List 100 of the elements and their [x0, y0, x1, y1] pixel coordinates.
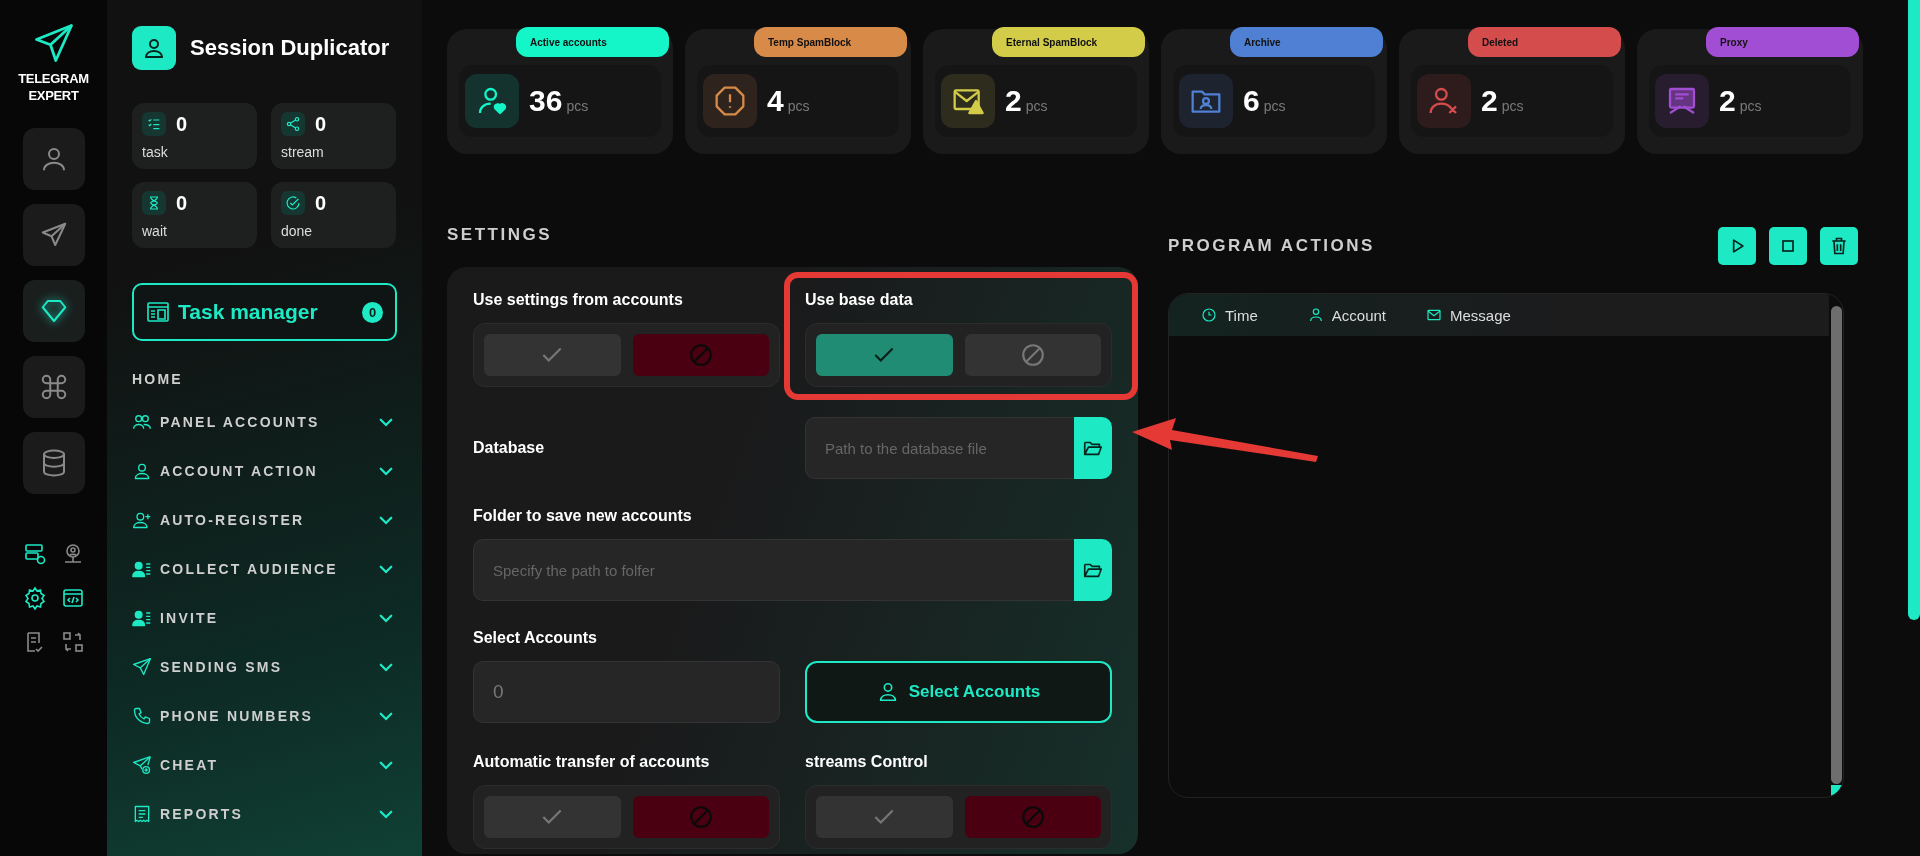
stat-value: 2 — [1481, 84, 1498, 118]
settings-title: SETTINGS — [447, 225, 553, 245]
trash-icon — [1829, 236, 1849, 256]
nav-label: AUTO-REGISTER — [160, 511, 306, 528]
proxy-card-icon — [1666, 85, 1698, 117]
stat-value: 4 — [767, 84, 784, 118]
counter-label: task — [142, 144, 169, 160]
setting-label: Folder to save new accounts — [473, 507, 692, 525]
nav-item[interactable]: PANEL ACCOUNTS — [132, 397, 397, 446]
stat-unit: pcs — [1025, 98, 1048, 114]
nav-label: COLLECT AUDIENCE — [160, 560, 339, 577]
select-accounts-button[interactable]: Select Accounts — [805, 661, 1112, 723]
browse-button[interactable] — [1074, 417, 1112, 479]
program-actions-title: PROGRAM ACTIONS — [1168, 236, 1375, 256]
stat-label: Active accounts — [516, 27, 669, 57]
stat-label: Archive — [1230, 27, 1383, 57]
clock-icon — [1201, 307, 1217, 323]
setting-label: Database — [473, 439, 546, 457]
stat-label: Proxy — [1706, 27, 1859, 57]
rail-button[interactable] — [22, 280, 85, 342]
nav-item[interactable]: REPORTS — [132, 789, 397, 838]
phone-icon — [132, 705, 152, 726]
share-icon — [285, 116, 301, 132]
ban-icon — [1019, 804, 1046, 830]
stat-value: 2 — [1719, 84, 1736, 118]
app-title: Session Duplicator — [190, 35, 390, 61]
rail-button[interactable] — [22, 356, 85, 418]
browse-button[interactable] — [1074, 539, 1112, 601]
counter-value: 0 — [315, 112, 327, 136]
ban-icon — [687, 342, 714, 368]
nav-label: PHONE NUMBERS — [160, 707, 315, 724]
warning-octagon-icon — [714, 85, 746, 117]
nav-label: CHEAT — [160, 756, 220, 773]
task-manager-button[interactable]: Task manager 0 — [132, 283, 397, 341]
counter-value: 0 — [176, 191, 188, 215]
stat-value: 36 — [529, 84, 563, 118]
scrollbar[interactable] — [1908, 0, 1920, 620]
swap-icon[interactable] — [60, 630, 85, 654]
ban-icon — [687, 804, 714, 830]
brand-name: TELEGRAM EXPERT — [17, 70, 90, 104]
nav-item[interactable]: PHONE NUMBERS — [132, 691, 397, 740]
task-window-icon — [146, 300, 170, 324]
stat-unit: pcs — [1501, 98, 1524, 114]
counter-value: 0 — [315, 191, 327, 215]
task-count-badge: 0 — [362, 301, 383, 323]
column-header: Message — [1450, 306, 1511, 324]
deny-button[interactable] — [964, 334, 1101, 376]
stat-value: 2 — [1005, 84, 1022, 118]
app-icon — [132, 26, 176, 70]
rail-button[interactable] — [22, 432, 85, 494]
gear-icon[interactable] — [22, 586, 47, 610]
counter-value: 0 — [176, 112, 188, 136]
stat-unit: pcs — [1263, 98, 1286, 114]
nav-item[interactable]: ACCOUNT ACTION — [132, 446, 397, 495]
nav-label: PANEL ACCOUNTS — [160, 413, 321, 430]
nav-label: SENDING SMS — [160, 658, 284, 675]
nav-item[interactable]: SENDING SMS — [132, 642, 397, 691]
code-window-icon[interactable] — [60, 586, 85, 610]
account-count-field[interactable]: 0 — [473, 661, 780, 723]
receipt-icon — [132, 803, 152, 824]
counter-label: wait — [142, 223, 168, 239]
folder-path-field[interactable]: Specify the path to folfer — [473, 539, 1074, 601]
stat-unit: pcs — [787, 98, 810, 114]
stat-label: Deleted — [1468, 27, 1621, 57]
counter-label: done — [281, 223, 314, 239]
delete-button[interactable] — [1820, 227, 1858, 265]
nav-item[interactable]: COLLECT AUDIENCE — [132, 544, 397, 593]
setting-label: Automatic transfer of accounts — [473, 753, 710, 771]
person-heart-icon — [476, 85, 508, 117]
column-header: Account — [1331, 306, 1386, 324]
column-header: Time — [1225, 306, 1258, 324]
check-circle-icon — [285, 195, 301, 211]
stat-value: 6 — [1243, 84, 1260, 118]
server-check-icon[interactable] — [22, 542, 47, 566]
ban-icon — [1019, 342, 1046, 368]
stat-label: Eternal SpamBlock — [992, 27, 1145, 57]
database-path-field[interactable]: Path to the database file — [805, 417, 1074, 479]
checklist-icon — [146, 116, 162, 132]
mail-icon — [1426, 307, 1442, 323]
nav-item[interactable]: CHEAT — [132, 740, 397, 789]
person-icon — [1307, 307, 1324, 323]
play-button[interactable] — [1718, 227, 1756, 265]
setting-label: Use settings from accounts — [473, 291, 683, 309]
nav-label: REPORTS — [160, 805, 245, 822]
send-plus-icon — [132, 754, 152, 775]
setting-label: Select Accounts — [473, 629, 597, 647]
nav-item[interactable]: INVITE — [132, 593, 397, 642]
rail-button[interactable] — [22, 204, 85, 266]
resize-handle[interactable] — [1831, 785, 1842, 796]
setting-label: streams Control — [805, 753, 928, 771]
home-link[interactable]: HOME — [132, 371, 183, 387]
counter-label: stream — [281, 144, 325, 160]
stat-unit: pcs — [566, 98, 589, 114]
stop-button[interactable] — [1769, 227, 1807, 265]
stat-unit: pcs — [1739, 98, 1762, 114]
scrollbar[interactable] — [1831, 306, 1842, 784]
send-icon — [132, 656, 152, 677]
nav-label: ACCOUNT ACTION — [160, 462, 319, 479]
nav-label: INVITE — [160, 609, 220, 626]
nav-item[interactable]: AUTO-REGISTER — [132, 495, 397, 544]
